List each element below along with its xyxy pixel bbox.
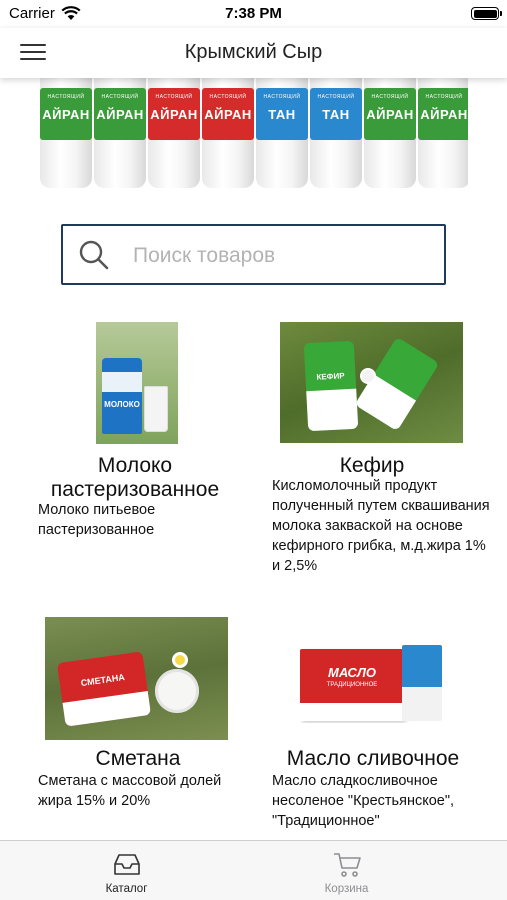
milk-package: МОЛОКО — [102, 358, 142, 434]
banner-bottle-small-text: НАСТОЯЩИЙ — [263, 94, 301, 100]
banner-bottle-small-text: НАСТОЯЩИЙ — [101, 94, 139, 100]
banner-bottle: НАСТОЯЩИЙ АЙРАН — [94, 78, 146, 188]
product-description-sour-cream: Сметана с массовой долей жира 15% и 20% — [38, 773, 222, 809]
product-image-milk: МОЛОКО — [96, 322, 178, 444]
daisy-flower — [175, 655, 185, 665]
product-card-milk[interactable]: МОЛОКО Молоко пастеризованное Молоко пит… — [20, 320, 250, 550]
tab-catalog[interactable]: Каталог — [0, 841, 253, 900]
product-image-sour-cream: СМЕТАНА — [45, 617, 228, 740]
banner-bottle-label: НАСТОЯЩИЙ АЙРАН — [148, 88, 200, 140]
banner-bottle-label: НАСТОЯЩИЙ АЙРАН — [94, 88, 146, 140]
product-name-sour-cream: Сметана — [95, 747, 181, 770]
kefir-package: КЕФИР — [303, 340, 359, 432]
page-title: Крымский Сыр — [184, 41, 323, 63]
product-description-milk: Молоко питьевое пастеризованное — [38, 502, 156, 538]
product-name-butter: Масло сливочное — [286, 747, 460, 770]
clock: 7:38 PM — [225, 5, 282, 22]
catalog-tray-icon — [114, 854, 140, 875]
banner-bottle-label: НАСТОЯЩИЙ ТАН — [310, 88, 362, 140]
kefir-package-label: КЕФИР — [316, 371, 345, 382]
product-description-kefir: Кисломолочный продукт полученный путем с… — [272, 478, 490, 574]
daisy-flower — [362, 370, 374, 382]
banner-bottle-text: АЙРАН — [420, 106, 468, 122]
banner-bottle-text: АЙРАН — [150, 106, 198, 122]
banner-bottle-small-text: НАСТОЯЩИЙ — [209, 94, 247, 100]
banner-bottle-small-text: НАСТОЯЩИЙ — [155, 94, 193, 100]
product-name-milk: Молоко пастеризованное — [50, 454, 220, 501]
milk-glass — [144, 386, 168, 432]
banner-bottle-label: НАСТОЯЩИЙ АЙРАН — [364, 88, 416, 140]
banner-bottle-text: ТАН — [268, 106, 296, 122]
tab-cart-label: Корзина — [324, 883, 369, 895]
sour-cream-package-label: СМЕТАНА — [80, 672, 126, 689]
banner-bottle: НАСТОЯЩИЙ АЙРАН — [148, 78, 200, 188]
search-box[interactable] — [61, 224, 446, 285]
battery-icon — [471, 7, 502, 20]
banner-bottle-label: НАСТОЯЩИЙ ТАН — [256, 88, 308, 140]
tab-bar: Каталог Корзина — [0, 840, 507, 900]
banner-bottle-text: АЙРАН — [96, 106, 144, 122]
status-bar: Carrier 7:38 PM — [0, 0, 507, 28]
product-image-butter: МАСЛО ТРАДИЦИОННОЕ — [300, 645, 446, 723]
banner-image: НАСТОЯЩИЙ АЙРАН НАСТОЯЩИЙ АЙРАН НАСТОЯЩИЙ АЙР… — [38, 78, 468, 190]
banner-bottle-small-text: НАСТОЯЩИЙ — [425, 94, 463, 100]
sour-cream-bowl — [155, 669, 199, 713]
banner-bottle-text: АЙРАН — [42, 106, 90, 122]
search-icon — [79, 240, 109, 270]
banner-bottle: НАСТОЯЩИЙ ТАН — [256, 78, 308, 188]
banner-bottle: НАСТОЯЩИЙ АЙРАН — [40, 78, 92, 188]
product-image-kefir: КЕФИР — [280, 322, 463, 443]
banner-bottle: НАСТОЯЩИЙ ТАН — [310, 78, 362, 188]
banner-bottle-text: ТАН — [322, 106, 350, 122]
tab-catalog-label: Каталог — [105, 883, 148, 895]
product-description-butter: Масло сладкосливочное несоленое "Крестья… — [272, 773, 455, 829]
butter-package-side — [402, 645, 442, 721]
sour-cream-package: СМЕТАНА — [56, 651, 152, 727]
navigation-bar: Крымский Сыр — [0, 28, 507, 78]
product-card-butter[interactable]: МАСЛО ТРАДИЦИОННОЕ Масло сливочное Масло… — [258, 615, 498, 845]
banner-bottle: НАСТОЯЩИЙ АЙРАН — [418, 78, 468, 188]
banner-bottle-label: НАСТОЯЩИЙ АЙРАН — [202, 88, 254, 140]
banner-bottle-text: АЙРАН — [204, 106, 252, 122]
product-name-kefir: Кефир — [339, 454, 405, 477]
butter-package-label: МАСЛО — [327, 665, 376, 680]
butter-package: МАСЛО ТРАДИЦИОННОЕ — [300, 649, 404, 721]
product-card-kefir[interactable]: КЕФИР Кефир Кисломолочный продукт получе… — [258, 320, 498, 600]
shopping-cart-icon — [334, 853, 361, 877]
banner-bottle-label: НАСТОЯЩИЙ АЙРАН — [418, 88, 468, 140]
tab-cart[interactable]: Корзина — [220, 841, 473, 900]
banner-bottle-text: АЙРАН — [366, 106, 414, 122]
banner-bottle-small-text: НАСТОЯЩИЙ — [317, 94, 355, 100]
kefir-package-2 — [354, 336, 440, 432]
banner-bottle-label: НАСТОЯЩИЙ АЙРАН — [40, 88, 92, 140]
banner-bottle: НАСТОЯЩИЙ АЙРАН — [202, 78, 254, 188]
product-card-sour-cream[interactable]: СМЕТАНА Сметана Сметана с массовой долей… — [20, 615, 250, 815]
banner-bottle-small-text: НАСТОЯЩИЙ — [371, 94, 409, 100]
milk-package-label: МОЛОКО — [104, 400, 140, 409]
banner-bottle-small-text: НАСТОЯЩИЙ — [47, 94, 85, 100]
banner-bottle: НАСТОЯЩИЙ АЙРАН — [364, 78, 416, 188]
butter-package-sublabel: ТРАДИЦИОННОЕ — [326, 682, 378, 688]
search-input[interactable] — [133, 240, 433, 272]
